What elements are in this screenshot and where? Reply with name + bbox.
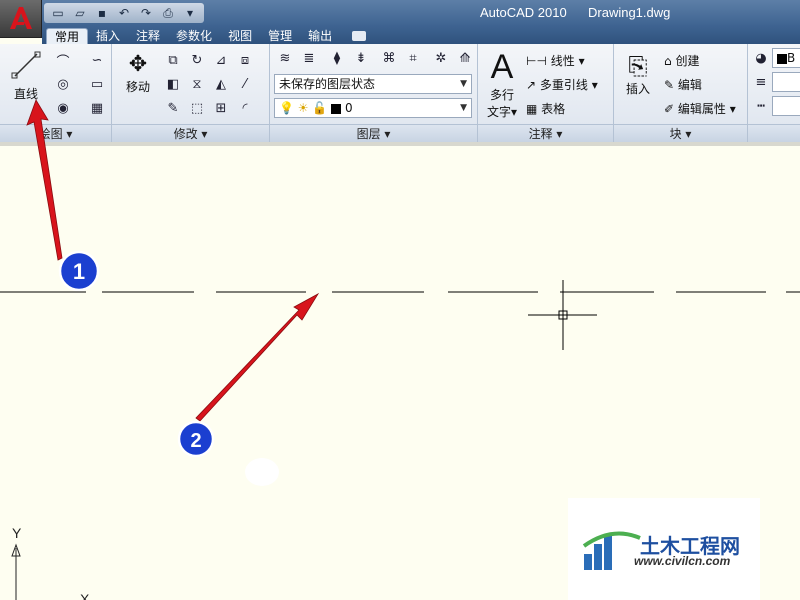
watermark-url: www.civilcn.com: [634, 554, 731, 568]
canvas-smudge: [245, 458, 279, 486]
civilcn-logo-icon: [582, 531, 641, 570]
ucs-icon: Y X: [11, 525, 90, 600]
crosshair-cursor: [528, 280, 597, 350]
red-arrow-2: [195, 292, 320, 422]
red-arrow-1: [26, 99, 63, 261]
svg-text:X: X: [80, 591, 90, 600]
step-marker-1: 1: [58, 250, 100, 292]
svg-text:Y: Y: [12, 525, 22, 541]
step-marker-2: 2: [177, 420, 215, 458]
svg-text:2: 2: [190, 430, 201, 452]
watermark: 土木工程网 www.civilcn.com: [568, 498, 760, 600]
application-menu-button[interactable]: [0, 0, 42, 38]
autocad-logo-icon: [10, 7, 32, 29]
svg-text:1: 1: [73, 259, 85, 284]
